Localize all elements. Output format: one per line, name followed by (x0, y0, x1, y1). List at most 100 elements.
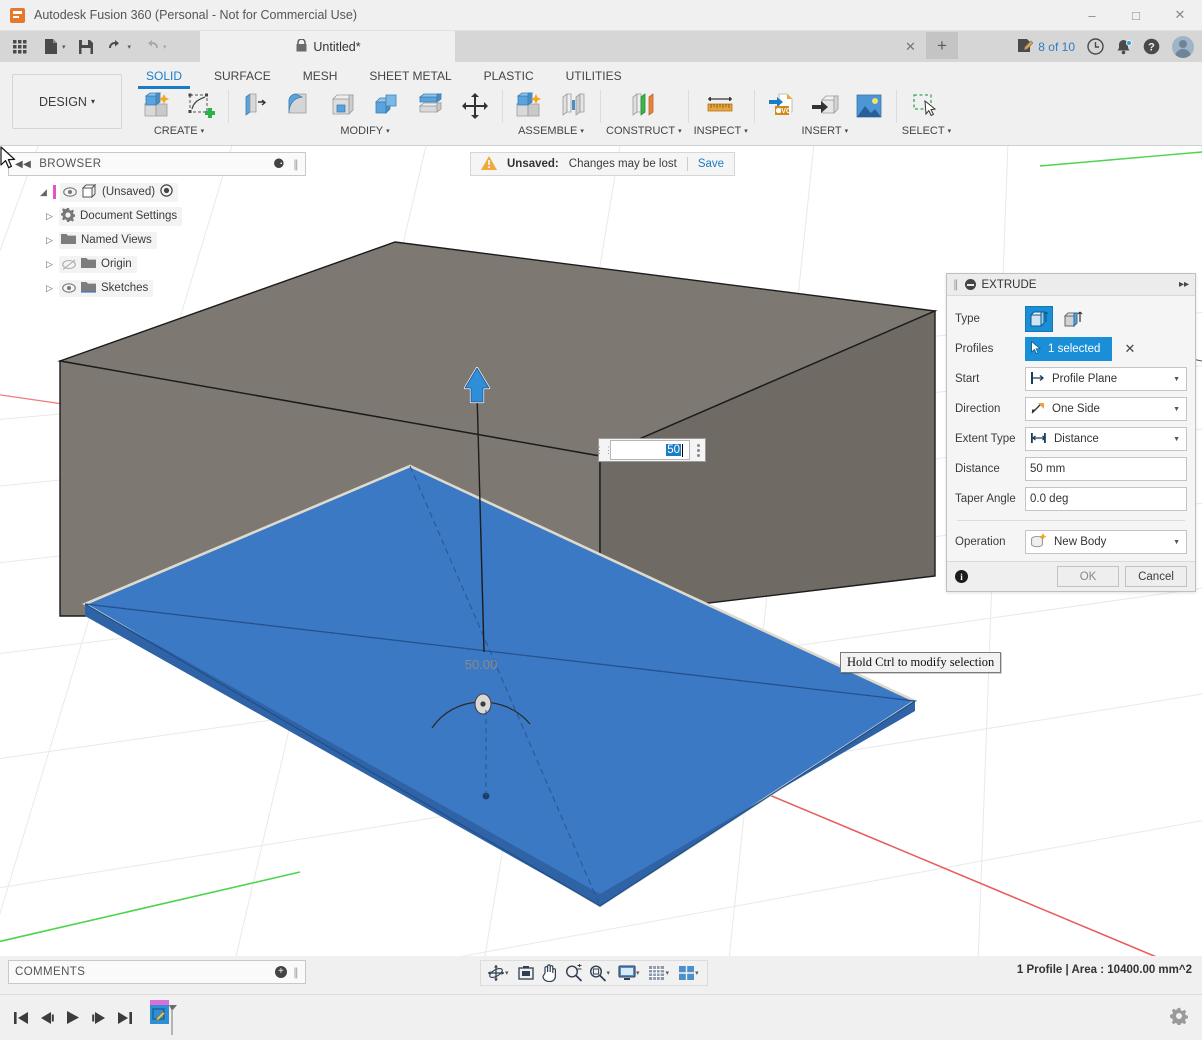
eye-hidden-icon[interactable] (61, 259, 76, 270)
editable-documents-indicator[interactable]: 8 of 10 (1017, 38, 1075, 56)
redo-caret-icon[interactable]: ▾ (163, 43, 171, 51)
viewports-caret-icon[interactable]: ▾ (695, 969, 703, 977)
browser-item-named-views[interactable]: ▷ Named Views (44, 230, 300, 250)
create-sketch-icon[interactable] (180, 88, 222, 124)
start-dropdown[interactable]: Profile Plane ▼ (1025, 367, 1187, 391)
canvas-value-input[interactable]: ⋮⋮ 50 (598, 438, 706, 462)
ok-button[interactable]: OK (1057, 566, 1119, 587)
joint-icon[interactable] (552, 88, 594, 124)
orbit-icon[interactable] (485, 962, 507, 984)
bell-icon[interactable] (1116, 39, 1131, 55)
look-at-icon[interactable] (515, 962, 537, 984)
undo-caret-icon[interactable]: ▾ (128, 43, 136, 51)
workspace-switcher[interactable]: DESIGN ▾ (12, 74, 122, 129)
fillet-icon[interactable] (278, 88, 320, 124)
timeline-begin-button[interactable] (8, 1003, 34, 1033)
insert-mesh-icon[interactable] (804, 88, 846, 124)
offset-plane-icon[interactable] (623, 88, 665, 124)
browser-item-origin[interactable]: ▷ Origin (44, 254, 300, 274)
grid-icon[interactable] (646, 962, 668, 984)
cancel-button[interactable]: Cancel (1125, 566, 1187, 587)
timeline-settings-gear-icon[interactable] (1170, 1007, 1188, 1028)
minimize-button[interactable]: – (1070, 0, 1114, 31)
panel-select-label[interactable]: SELECT ▾ (902, 125, 951, 137)
browser-item-document-settings[interactable]: ▷ Document Settings (44, 206, 300, 226)
tab-sheet-metal[interactable]: SHEET METAL (353, 66, 467, 86)
direction-dropdown[interactable]: One Side ▼ (1025, 397, 1187, 421)
clear-selection-button[interactable]: ✕ (1124, 341, 1135, 357)
eye-visible-icon[interactable] (61, 283, 76, 293)
canvas-distance-field[interactable]: 50 (610, 440, 690, 460)
expand-triangle-icon[interactable]: ▷ (44, 283, 55, 294)
fit-icon[interactable] (587, 962, 609, 984)
profiles-selection-chip[interactable]: 1 selected (1025, 337, 1112, 361)
panel-inspect-label[interactable]: INSPECT ▾ (694, 125, 748, 137)
zoom-icon[interactable] (563, 962, 585, 984)
press-pull-icon[interactable] (234, 88, 276, 124)
expand-triangle-icon[interactable]: ◢ (38, 187, 49, 198)
shell-icon[interactable] (322, 88, 364, 124)
timeline-step-forward-button[interactable] (86, 1003, 112, 1033)
fit-caret-icon[interactable]: ▾ (607, 969, 615, 977)
viewports-icon[interactable] (675, 962, 697, 984)
move-copy-icon[interactable] (454, 88, 496, 124)
expand-triangle-icon[interactable]: ▷ (44, 235, 55, 246)
document-tab[interactable]: Untitled* (200, 31, 455, 62)
display-caret-icon[interactable]: ▾ (636, 969, 644, 977)
new-component-icon[interactable] (508, 88, 550, 124)
radio-icon[interactable] (160, 184, 173, 200)
distance-input[interactable]: 50 mm (1025, 457, 1187, 481)
operation-dropdown[interactable]: New Body ▼ (1025, 530, 1187, 554)
browser-item-root[interactable]: ◢ (Unsaved) (38, 182, 300, 202)
undo-button[interactable] (102, 34, 130, 60)
pan-hand-icon[interactable] (539, 962, 561, 984)
extrude-solid-icon[interactable] (1025, 306, 1053, 332)
more-options-icon[interactable] (691, 444, 705, 457)
select-window-icon[interactable] (905, 88, 947, 124)
expand-right-icon[interactable]: ▸▸ (1179, 279, 1189, 290)
tab-mesh[interactable]: MESH (287, 66, 354, 86)
grip-icon[interactable]: ∥ (953, 278, 959, 291)
drag-grip-icon[interactable]: ⋮⋮ (599, 439, 609, 461)
save-link[interactable]: Save (698, 158, 724, 170)
timeline-end-button[interactable] (112, 1003, 138, 1033)
tab-utilities[interactable]: UTILITIES (550, 66, 638, 86)
panel-assemble-label[interactable]: ASSEMBLE ▾ (518, 125, 584, 137)
clock-icon[interactable] (1087, 38, 1104, 55)
help-icon[interactable]: ? (1143, 38, 1160, 55)
insert-svg-icon[interactable]: SVG (760, 88, 802, 124)
grip-icon[interactable]: ∥ (293, 158, 299, 171)
panel-create-label[interactable]: CREATE ▾ (154, 125, 204, 137)
tab-plastic[interactable]: PLASTIC (468, 66, 550, 86)
grid-caret-icon[interactable]: ▾ (666, 969, 674, 977)
browser-item-sketches[interactable]: ▷ Sketches (44, 278, 300, 298)
info-icon[interactable]: i (955, 570, 968, 583)
display-monitor-icon[interactable] (616, 962, 638, 984)
save-button[interactable] (72, 34, 100, 60)
user-avatar-icon[interactable] (1172, 36, 1194, 58)
extrude-taper-icon[interactable] (1059, 306, 1087, 332)
panel-insert-label[interactable]: INSERT ▾ (801, 125, 848, 137)
close-button[interactable]: ✕ (1158, 0, 1202, 31)
document-tab-close-button[interactable]: ✕ (905, 39, 916, 55)
maximize-button[interactable]: □ (1114, 0, 1158, 31)
add-comment-icon[interactable]: + (275, 966, 287, 978)
extent-type-dropdown[interactable]: Distance ▼ (1025, 427, 1187, 451)
minimize-icon[interactable]: ⚈ (273, 156, 285, 172)
timeline-step-back-button[interactable] (34, 1003, 60, 1033)
timeline-feature-sketch[interactable] (146, 999, 182, 1037)
extrude-dialog-header[interactable]: ∥ EXTRUDE ▸▸ (947, 274, 1195, 296)
collapse-icon[interactable] (965, 279, 976, 290)
expand-triangle-icon[interactable]: ▷ (44, 211, 55, 222)
taper-angle-input[interactable]: 0.0 deg (1025, 487, 1187, 511)
redo-button[interactable] (137, 34, 165, 60)
panel-construct-label[interactable]: CONSTRUCT ▾ (606, 125, 682, 137)
split-body-icon[interactable] (410, 88, 452, 124)
timeline-play-button[interactable] (60, 1003, 86, 1033)
eye-visible-icon[interactable] (62, 187, 77, 197)
new-file-caret-icon[interactable]: ▾ (62, 43, 70, 51)
app-grid-button[interactable] (6, 34, 34, 60)
extrude-icon[interactable] (136, 88, 178, 124)
canvas-image-icon[interactable] (848, 88, 890, 124)
tab-surface[interactable]: SURFACE (198, 66, 287, 86)
